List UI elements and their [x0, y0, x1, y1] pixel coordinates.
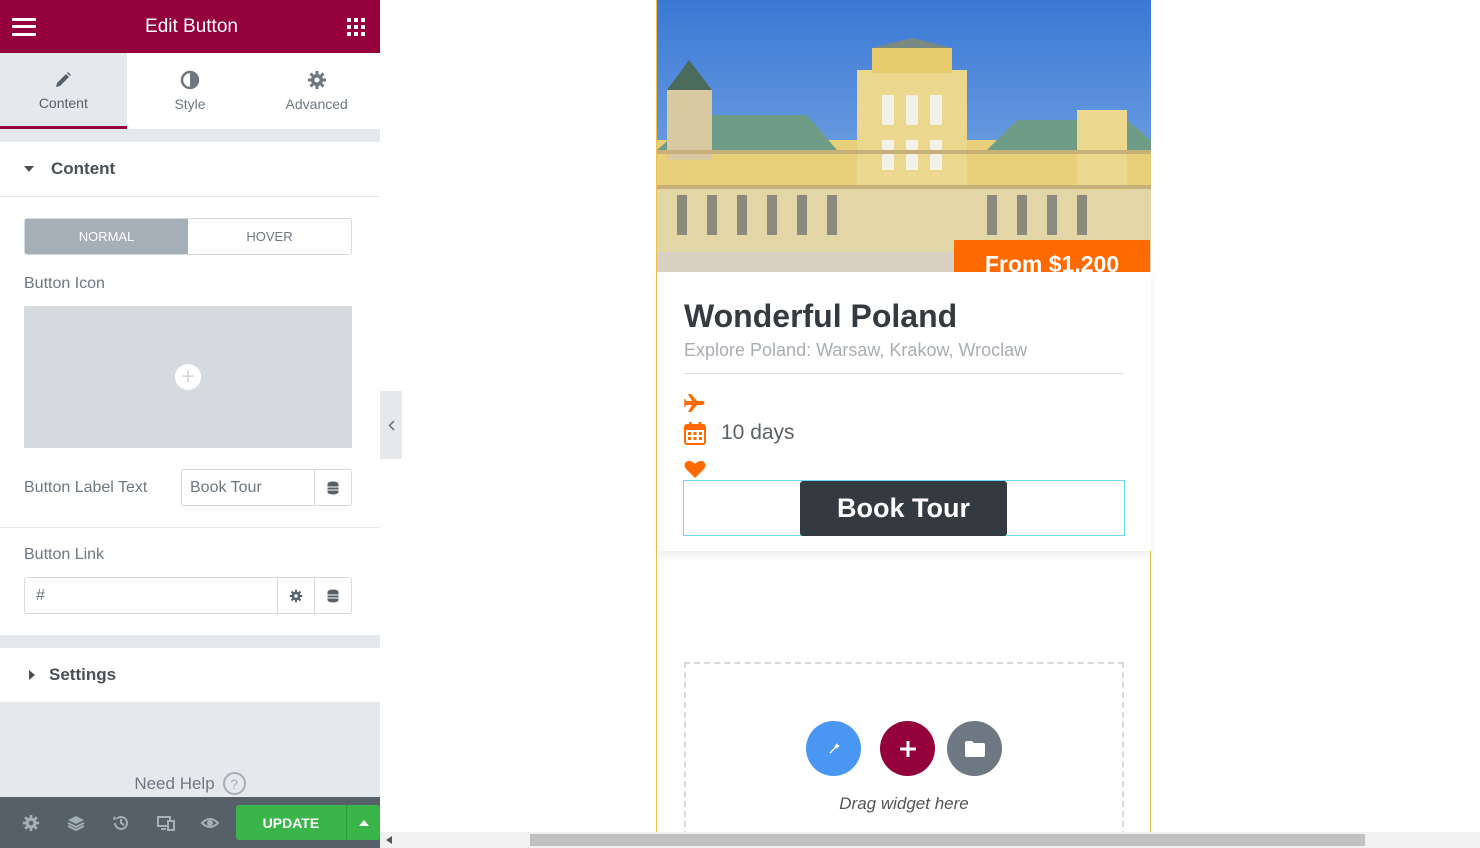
- dynamic-tags-icon[interactable]: [314, 578, 351, 613]
- magic-wand-icon: [828, 742, 840, 754]
- settings-section-header[interactable]: Settings: [0, 648, 380, 703]
- widget-drop-zone[interactable]: Drag widget here: [684, 662, 1124, 837]
- content-section-body: NORMAL HOVER Button Icon + Button Label …: [0, 197, 380, 635]
- chevron-left-icon: [387, 419, 395, 431]
- tour-title: Wonderful Poland: [684, 298, 958, 334]
- tab-style-label: Style: [174, 96, 206, 112]
- contrast-icon: [180, 70, 200, 90]
- content-section-title: Content: [51, 159, 116, 178]
- book-tour-button[interactable]: Book Tour: [800, 481, 1007, 536]
- state-toggle: NORMAL HOVER: [24, 218, 352, 255]
- preview-canvas: From $1,200 Wonderful Poland Explore Pol…: [380, 0, 1480, 848]
- button-widget-frame[interactable]: Book Tour: [683, 480, 1125, 536]
- scrollbar-thumb[interactable]: [530, 834, 1365, 846]
- caret-right-icon: [29, 670, 35, 680]
- button-icon-label: Button Icon: [24, 275, 105, 292]
- widgets-grid-icon[interactable]: [346, 17, 365, 36]
- button-link-label: Button Link: [24, 546, 105, 563]
- navigator-layers-icon[interactable]: [54, 814, 99, 832]
- favorite-feature: [684, 460, 706, 479]
- plane-icon: [684, 394, 705, 412]
- panel-tabs: Content Style Advanced: [0, 53, 380, 129]
- button-label-input[interactable]: Book Tour: [182, 470, 314, 505]
- duration-text: 10 days: [721, 421, 795, 444]
- tab-content[interactable]: Content: [0, 53, 127, 129]
- history-icon[interactable]: [99, 814, 144, 832]
- drop-zone-text: Drag widget here: [839, 794, 969, 813]
- menu-icon[interactable]: [12, 17, 36, 36]
- calendar-icon: [684, 422, 706, 445]
- tab-advanced-label: Advanced: [285, 96, 348, 112]
- plus-icon: [899, 740, 916, 757]
- folder-icon: [964, 740, 985, 757]
- dynamic-tags-icon[interactable]: [314, 470, 351, 505]
- update-options-button[interactable]: [346, 805, 380, 840]
- horizontal-scrollbar[interactable]: [380, 832, 1480, 848]
- help-icon: ?: [222, 772, 246, 795]
- preview-eye-icon[interactable]: [188, 814, 233, 832]
- button-link-field: #: [24, 577, 352, 614]
- tour-subtitle: Explore Poland: Warsaw, Krakow, Wroclaw: [684, 340, 1028, 360]
- caret-down-icon: [24, 166, 34, 172]
- tour-column: From $1,200 Wonderful Poland Explore Pol…: [656, 0, 1151, 837]
- panel-header: Edit Button: [0, 0, 380, 53]
- button-label-text-label: Button Label Text: [24, 478, 148, 496]
- collapse-panel-button[interactable]: [380, 391, 402, 459]
- editor-panel: Edit Button Content Style Advanced Conte…: [0, 0, 380, 848]
- heart-icon: [684, 460, 706, 478]
- button-link-input[interactable]: #: [25, 578, 277, 613]
- add-icon[interactable]: +: [175, 364, 201, 390]
- hover-state-tab[interactable]: HOVER: [188, 219, 351, 254]
- panel-footer: UPDATE: [0, 797, 380, 848]
- add-section-button[interactable]: [880, 721, 935, 776]
- update-button[interactable]: UPDATE: [235, 805, 347, 840]
- divider: [684, 373, 1123, 374]
- add-template-button[interactable]: [947, 721, 1002, 776]
- tour-card: Wonderful Poland Explore Poland: Warsaw,…: [657, 272, 1151, 551]
- link-options-icon[interactable]: [277, 578, 314, 613]
- settings-icon[interactable]: [9, 814, 54, 832]
- settings-section-title: Settings: [49, 665, 117, 684]
- gear-icon: [307, 71, 326, 89]
- panel-title: Edit Button: [145, 15, 238, 37]
- scroll-left-icon[interactable]: [386, 836, 392, 844]
- button-label-field: Book Tour: [181, 469, 352, 506]
- need-help-link[interactable]: Need Help ?: [0, 772, 380, 795]
- responsive-mode-icon[interactable]: [143, 814, 188, 832]
- icon-picker[interactable]: +: [24, 306, 352, 448]
- tab-advanced[interactable]: Advanced: [253, 53, 380, 129]
- flight-feature: [684, 393, 706, 413]
- pencil-icon: [56, 72, 72, 87]
- tour-image: [657, 0, 1151, 272]
- normal-state-tab[interactable]: NORMAL: [25, 219, 188, 254]
- duration-feature: 10 days: [684, 421, 795, 445]
- content-section-header[interactable]: Content: [0, 142, 380, 197]
- tab-style[interactable]: Style: [127, 53, 254, 129]
- need-help-label: Need Help: [134, 773, 215, 793]
- tab-content-label: Content: [38, 95, 88, 111]
- caret-up-icon: [358, 819, 369, 826]
- ai-magic-button[interactable]: [806, 721, 861, 776]
